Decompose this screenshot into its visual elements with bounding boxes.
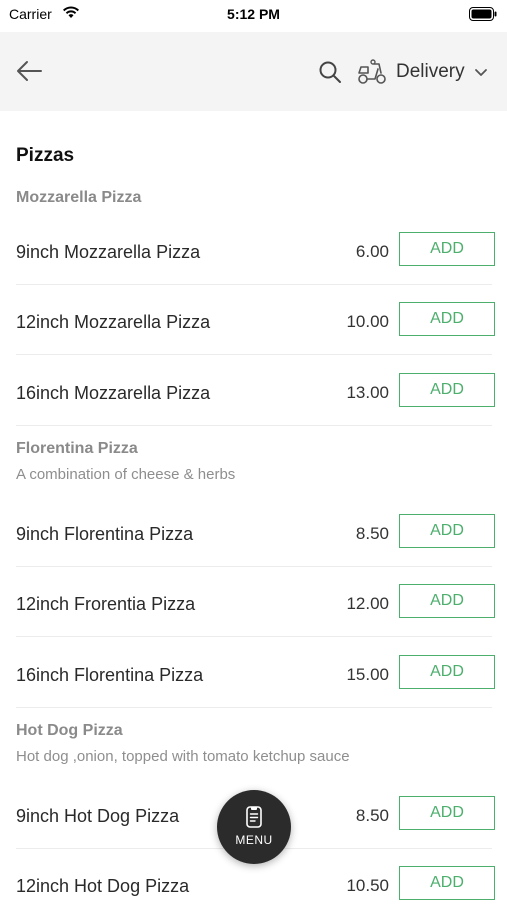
menu-item: 16inch Mozzarella Pizza 13.00 ADD [0, 356, 507, 426]
item-name: 12inch Mozzarella Pizza [16, 312, 211, 332]
delivery-label: Delivery [396, 61, 465, 82]
back-button[interactable] [14, 56, 44, 86]
add-button[interactable]: ADD [399, 232, 495, 266]
search-icon [319, 61, 341, 83]
item-name: 9inch Hot Dog Pizza [16, 806, 180, 826]
menu-fab-button[interactable]: MENU [217, 790, 291, 864]
item-name: 9inch Mozzarella Pizza [16, 242, 201, 262]
item-name: 12inch Frorentia Pizza [16, 594, 196, 614]
delivery-mode-select[interactable]: Delivery [357, 56, 488, 88]
divider [16, 636, 492, 637]
battery-icon [469, 7, 497, 24]
status-time: 5:12 PM [227, 6, 280, 22]
menu-item: 9inch Mozzarella Pizza 6.00 ADD [0, 215, 507, 285]
divider [16, 354, 492, 355]
group-description: Hot dog ,onion, topped with tomato ketch… [16, 748, 350, 765]
divider [16, 425, 492, 426]
menu-item: 16inch Florentina Pizza 15.00 ADD [0, 638, 507, 708]
add-button[interactable]: ADD [399, 866, 495, 900]
menu-item: 9inch Florentina Pizza 8.50 ADD [0, 497, 507, 567]
menu-book-icon [246, 806, 262, 828]
item-price: 10.50 [346, 876, 389, 895]
item-name: 12inch Hot Dog Pizza [16, 876, 190, 896]
add-button[interactable]: ADD [399, 655, 495, 689]
search-button[interactable] [318, 60, 342, 84]
item-price: 10.00 [346, 312, 389, 331]
add-button[interactable]: ADD [399, 796, 495, 830]
menu-item: 12inch Mozzarella Pizza 10.00 ADD [0, 285, 507, 355]
add-button[interactable]: ADD [399, 514, 495, 548]
add-button[interactable]: ADD [399, 373, 495, 407]
scooter-icon [358, 59, 386, 84]
item-price: 8.50 [355, 524, 389, 543]
item-price: 15.00 [346, 665, 389, 684]
item-name: 16inch Florentina Pizza [16, 665, 204, 685]
add-button[interactable]: ADD [399, 302, 495, 336]
item-price: 13.00 [346, 383, 389, 402]
menu-item: 12inch Frorentia Pizza 12.00 ADD [0, 567, 507, 637]
item-price: 6.00 [355, 242, 389, 261]
group-title-mozzarella: Mozzarella Pizza [16, 189, 142, 206]
item-price: 12.00 [346, 594, 389, 613]
item-name: 16inch Mozzarella Pizza [16, 383, 211, 403]
status-bar: Carrier 5:12 PM [0, 0, 507, 30]
group-title-hot-dog: Hot Dog Pizza [16, 722, 123, 739]
category-title: Pizzas [16, 145, 75, 166]
item-price: 8.50 [355, 806, 389, 825]
menu-fab-label: MENU [235, 833, 273, 847]
item-name: 9inch Florentina Pizza [16, 524, 194, 544]
chevron-down-icon [474, 69, 487, 76]
group-title-florentina: Florentina Pizza [16, 440, 138, 457]
app-header: Delivery [0, 32, 507, 111]
arrow-left-icon [17, 61, 42, 81]
divider [16, 707, 492, 708]
group-description: A combination of cheese & herbs [16, 466, 236, 483]
add-button[interactable]: ADD [399, 584, 495, 618]
